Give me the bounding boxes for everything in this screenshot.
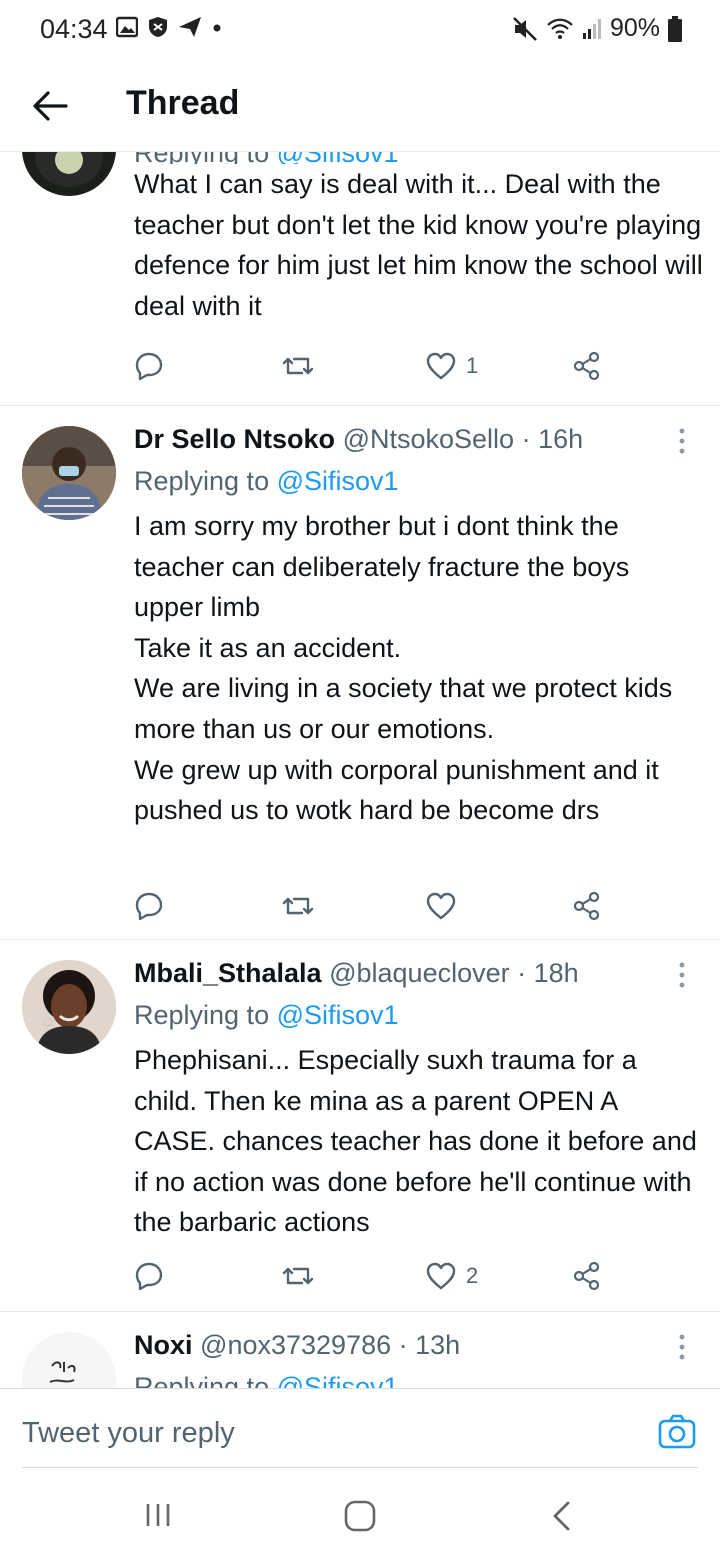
author-handle[interactable]: @nox37329786	[200, 1330, 391, 1360]
reply-composer: Tweet your reply	[0, 1388, 720, 1470]
shield-icon	[149, 17, 167, 37]
tweet-reply[interactable]: Noxi @nox37329786 · 13h Replying to @Sif…	[0, 1312, 720, 1388]
more-options-icon[interactable]	[670, 426, 694, 456]
like-button[interactable]: 1	[426, 346, 478, 386]
author-handle[interactable]: @NtsokoSello	[343, 424, 514, 454]
reply-button[interactable]	[134, 346, 164, 386]
tweet-header: Noxi @nox37329786 · 13h	[134, 1330, 460, 1361]
status-time: 04:34	[40, 14, 108, 44]
replying-to-mention[interactable]: @Sifisov1	[277, 1000, 399, 1030]
more-options-icon[interactable]	[670, 1332, 694, 1362]
camera-icon[interactable]	[658, 1413, 696, 1451]
tweet-text: I am sorry my brother but i dont think t…	[134, 511, 673, 826]
avatar[interactable]	[22, 152, 116, 196]
tweet-header: Mbali_Sthalala @blaqueclover · 18h	[134, 958, 579, 989]
retweet-button[interactable]	[282, 886, 314, 926]
replying-to-label: Replying to	[134, 466, 270, 496]
tweet-reply[interactable]: Dr Sello Ntsoko @NtsokoSello · 16h Reply…	[0, 406, 720, 940]
status-bar: 04:34 90%	[0, 0, 720, 60]
divider	[22, 1467, 698, 1468]
status-right: 90%	[512, 14, 682, 43]
back-icon[interactable]	[550, 1500, 572, 1532]
replying-to-label: Replying to	[134, 1000, 270, 1030]
replying-to: Replying to @Sifisov1	[134, 1372, 399, 1388]
share-icon	[573, 891, 600, 921]
battery-icon	[668, 15, 682, 42]
reply-icon	[135, 892, 163, 921]
thread-feed[interactable]: Replying to @Sifisov1 What I can say is …	[0, 152, 720, 1388]
share-icon	[573, 351, 600, 381]
tweet-time[interactable]: 18h	[534, 958, 579, 988]
tweet-reply[interactable]: Mbali_Sthalala @blaqueclover · 18h Reply…	[0, 940, 720, 1312]
recent-apps-icon[interactable]	[144, 1500, 172, 1530]
replying-to-mention[interactable]: @Sifisov1	[277, 152, 399, 164]
separator-dot: ·	[398, 1330, 408, 1360]
like-count: 1	[466, 353, 479, 378]
like-count: 2	[466, 1263, 479, 1288]
reply-input[interactable]: Tweet your reply	[22, 1417, 235, 1450]
page-title: Thread	[126, 84, 240, 122]
avatar[interactable]	[22, 960, 116, 1054]
battery-percent: 90%	[609, 14, 660, 42]
retweet-icon	[282, 1267, 314, 1285]
retweet-icon	[282, 897, 314, 915]
tweet-time[interactable]: 16h	[538, 424, 583, 454]
share-icon	[573, 1261, 600, 1291]
system-nav-bar	[0, 1470, 720, 1560]
separator-dot: ·	[521, 424, 531, 454]
avatar[interactable]	[22, 1332, 116, 1388]
heart-icon	[426, 352, 456, 380]
retweet-icon	[282, 357, 314, 375]
reply-button[interactable]	[134, 1256, 164, 1296]
reply-icon	[135, 1262, 163, 1291]
heart-icon	[426, 1262, 456, 1290]
dot-icon	[213, 24, 221, 32]
tweet-actions: 2	[134, 1256, 614, 1296]
reply-button[interactable]	[134, 886, 164, 926]
notification-icons	[116, 16, 222, 38]
replying-to-label: Replying to	[134, 152, 269, 164]
replying-to-mention[interactable]: @Sifisov1	[277, 1372, 399, 1388]
share-button[interactable]	[572, 1256, 602, 1296]
share-button[interactable]	[572, 346, 602, 386]
author-name[interactable]: Dr Sello Ntsoko	[134, 424, 335, 454]
tweet-actions: 1	[134, 346, 614, 386]
back-arrow-icon[interactable]	[30, 86, 70, 126]
retweet-button[interactable]	[282, 1256, 314, 1296]
like-button[interactable]: 2	[426, 1256, 478, 1296]
send-icon	[179, 17, 201, 37]
tweet-header: Dr Sello Ntsoko @NtsokoSello · 16h	[134, 424, 583, 455]
retweet-button[interactable]	[282, 346, 314, 386]
tweet-text: What I can say is deal with it... Deal w…	[134, 169, 703, 321]
author-name[interactable]: Mbali_Sthalala	[134, 958, 322, 988]
like-button[interactable]	[426, 886, 466, 926]
replying-to: Replying to @Sifisov1	[134, 1000, 399, 1031]
mute-icon	[513, 16, 537, 41]
replying-to-label: Replying to	[134, 1372, 270, 1388]
signal-icon	[582, 18, 601, 39]
tweet-time[interactable]: 13h	[415, 1330, 460, 1360]
heart-icon	[426, 892, 456, 920]
replying-to-mention[interactable]: @Sifisov1	[277, 466, 399, 496]
thread-header: Thread	[0, 60, 720, 152]
replying-to: Replying to @Sifisov1	[134, 466, 399, 497]
tweet-text: Phephisani... Especially suxh trauma for…	[134, 1045, 697, 1238]
more-options-icon[interactable]	[670, 960, 694, 990]
author-handle[interactable]: @blaqueclover	[329, 958, 510, 988]
avatar[interactable]	[22, 426, 116, 520]
replying-to: Replying to @Sifisov1	[134, 152, 399, 164]
author-name[interactable]: Noxi	[134, 1330, 193, 1360]
separator-dot: ·	[517, 958, 527, 988]
home-icon[interactable]	[344, 1500, 376, 1532]
tweet-reply[interactable]: Replying to @Sifisov1 What I can say is …	[0, 152, 720, 406]
wifi-icon	[547, 18, 573, 39]
image-icon	[116, 16, 138, 38]
tweet-actions	[134, 886, 614, 926]
share-button[interactable]	[572, 886, 602, 926]
reply-icon	[135, 352, 163, 381]
